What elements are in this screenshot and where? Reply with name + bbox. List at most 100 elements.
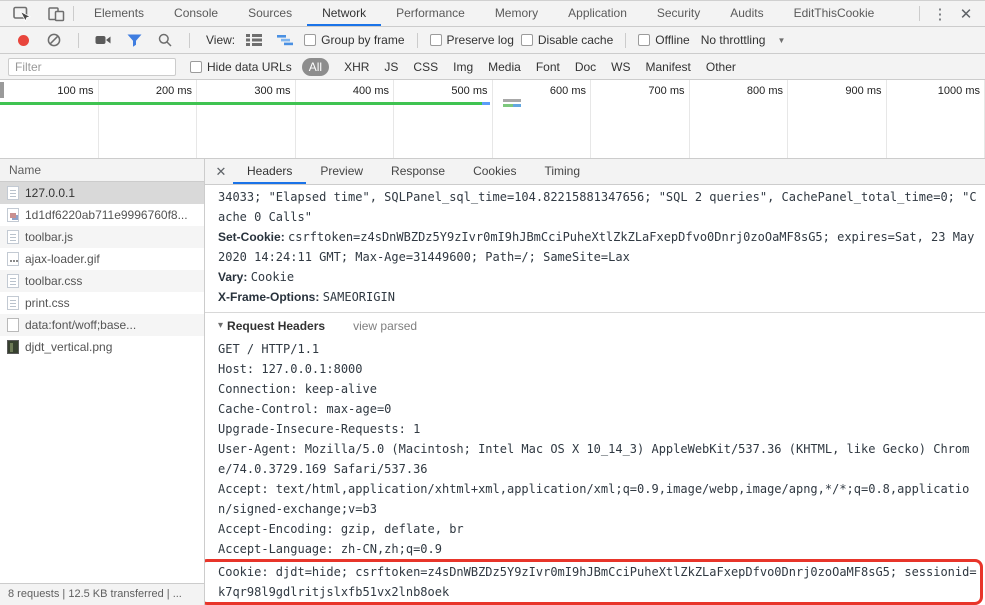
details-tab-cookies[interactable]: Cookies (459, 159, 530, 184)
devtools-tabbar: Elements Console Sources Network Performance… (0, 1, 985, 27)
request-name-label: toolbar.js (25, 230, 74, 244)
network-main-area: Name 127.0.0.1 1d1df6220ab711e9996760f8..… (0, 159, 985, 605)
tab-performance[interactable]: Performance (381, 1, 480, 26)
timeline-tick-label: 600 ms (549, 85, 586, 97)
filter-type-img[interactable]: Img (453, 60, 473, 74)
request-name-label: 127.0.0.1 (25, 186, 76, 200)
timeline-tick-label: 1000 ms (937, 85, 980, 97)
request-row-127-0-0-1[interactable]: 127.0.0.1 (0, 182, 204, 204)
filter-type-css[interactable]: CSS (413, 60, 438, 74)
chevron-down-icon: ▼ (777, 35, 786, 45)
request-headers-section-header[interactable]: ▾ Request Headers view parsed (218, 313, 979, 339)
request-header-line: User-Agent: Mozilla/5.0 (Macintosh; Inte… (218, 442, 970, 476)
timeline-segment: 300 ms (197, 80, 296, 158)
timeline-segment: 100 ms (0, 80, 99, 158)
request-row-1d1df6220ab711e9996760f8[interactable]: 1d1df6220ab711e9996760f8... (0, 204, 204, 226)
show-overview-icon[interactable] (273, 30, 297, 50)
request-row-toolbar-js[interactable]: toolbar.js (0, 226, 204, 248)
name-column-header[interactable]: Name (0, 159, 204, 182)
search-icon[interactable] (153, 30, 177, 50)
filter-funnel-icon[interactable] (122, 30, 146, 50)
overview-request-bar (503, 99, 521, 102)
request-cookie-line-highlighted: Cookie: djdt=hide; csrftoken=z4sDnWBZDz5… (205, 559, 983, 605)
requests-sidebar: Name 127.0.0.1 1d1df6220ab711e9996760f8..… (0, 159, 205, 605)
divider (416, 32, 418, 48)
timeline-tick-label: 800 ms (746, 85, 783, 97)
plain-file-icon (7, 318, 19, 332)
clear-icon[interactable] (42, 30, 66, 50)
tab-console[interactable]: Console (159, 1, 233, 26)
filter-type-manifest[interactable]: Manifest (646, 60, 691, 74)
filter-type-all[interactable]: All (301, 57, 330, 76)
offline-checkbox[interactable] (638, 34, 651, 46)
hide-data-urls-checkbox[interactable] (190, 60, 202, 73)
group-by-frame-checkbox[interactable] (304, 34, 317, 46)
details-tab-response[interactable]: Response (377, 159, 459, 184)
filter-type-ws[interactable]: WS (611, 60, 630, 74)
request-name-label: data:font/woff;base... (25, 318, 137, 332)
request-row-print-css[interactable]: print.css (0, 292, 204, 314)
tab-audits[interactable]: Audits (715, 1, 778, 26)
response-headers-list: Set-Cookie csrftoken=z4sDnWBZDz5Y9zIvr0m… (218, 227, 979, 307)
device-toolbar-icon[interactable] (44, 4, 68, 24)
request-header-line: Accept: text/html,application/xhtml+xml,… (218, 482, 970, 516)
overview-request-bar (503, 104, 521, 107)
filter-type-other[interactable]: Other (706, 60, 736, 74)
filter-type-font[interactable]: Font (536, 60, 560, 74)
tab-sources[interactable]: Sources (233, 1, 307, 26)
disable-cache-label: Disable cache (537, 33, 614, 47)
tab-elements[interactable]: Elements (79, 1, 159, 26)
request-row-data-font-woff-base[interactable]: data:font/woff;base... (0, 314, 204, 336)
divider (919, 6, 920, 21)
timeline-tick-label: 500 ms (451, 85, 488, 97)
record-icon[interactable] (18, 34, 29, 46)
response-header-name: Set-Cookie (218, 230, 285, 244)
tab-editthiscookie[interactable]: EditThisCookie (779, 1, 890, 26)
timeline-segment: 600 ms (493, 80, 591, 158)
response-header-value: SAMEORIGIN (322, 290, 395, 304)
request-row-ajax-loader-gif[interactable]: ajax-loader.gif (0, 248, 204, 270)
document-icon (7, 296, 19, 310)
network-overview-timeline[interactable]: 100 ms 200 ms 300 ms 400 ms 500 ms 600 ms 700 … (0, 80, 985, 159)
details-tab-timing[interactable]: Timing (530, 159, 594, 184)
details-tab-preview[interactable]: Preview (306, 159, 377, 184)
use-large-rows-icon[interactable] (242, 30, 266, 50)
throttling-dropdown[interactable]: No throttling ▼ (701, 33, 786, 47)
timeline-tick-label: 300 ms (254, 85, 291, 97)
details-tab-headers[interactable]: Headers (233, 159, 307, 184)
filter-type-js[interactable]: JS (384, 60, 398, 74)
request-name-label: toolbar.css (25, 274, 83, 288)
filter-type-media[interactable]: Media (488, 60, 521, 74)
request-row-toolbar-css[interactable]: toolbar.css (0, 270, 204, 292)
tab-memory[interactable]: Memory (480, 1, 553, 26)
filter-type-doc[interactable]: Doc (575, 60, 596, 74)
request-headers-title: Request Headers (227, 319, 326, 333)
more-options-icon[interactable]: ⋮ (929, 5, 951, 23)
close-devtools-icon[interactable]: ✕ (955, 5, 977, 23)
inspect-element-icon[interactable] (10, 4, 34, 24)
tabbar-right: ⋮ ✕ (914, 1, 985, 26)
filter-input[interactable] (8, 57, 176, 76)
tab-network[interactable]: Network (307, 1, 382, 26)
tab-application[interactable]: Application (553, 1, 642, 26)
request-name-label: ajax-loader.gif (25, 252, 100, 266)
request-name-label: djdt_vertical.png (25, 340, 113, 354)
disable-cache-option: Disable cache (520, 33, 614, 47)
close-details-icon[interactable]: ✕ (209, 159, 233, 184)
timeline-tick-label: 400 ms (352, 85, 389, 97)
offline-option: Offline (638, 33, 690, 47)
disable-cache-checkbox[interactable] (520, 34, 533, 46)
divider (625, 32, 627, 48)
overview-scrollbar-thumb[interactable] (0, 82, 4, 98)
headers-content: 34033; "Elapsed time", SQLPanel_sql_time… (205, 185, 985, 605)
group-by-frame-label: Group by frame (321, 33, 405, 47)
request-name-label: print.css (25, 296, 70, 310)
capture-screenshots-icon[interactable] (91, 30, 115, 50)
filter-type-xhr[interactable]: XHR (344, 60, 369, 74)
tab-security[interactable]: Security (642, 1, 715, 26)
view-parsed-link[interactable]: view parsed (353, 316, 417, 336)
preserve-log-checkbox[interactable] (429, 34, 442, 46)
resource-type-filters: All XHR JS CSS Img Media Font Doc WS Manifest Othe… (301, 57, 736, 76)
response-header-value: Cookie (250, 270, 295, 284)
request-row-djdt-vertical-png[interactable]: djdt_vertical.png (0, 336, 204, 358)
